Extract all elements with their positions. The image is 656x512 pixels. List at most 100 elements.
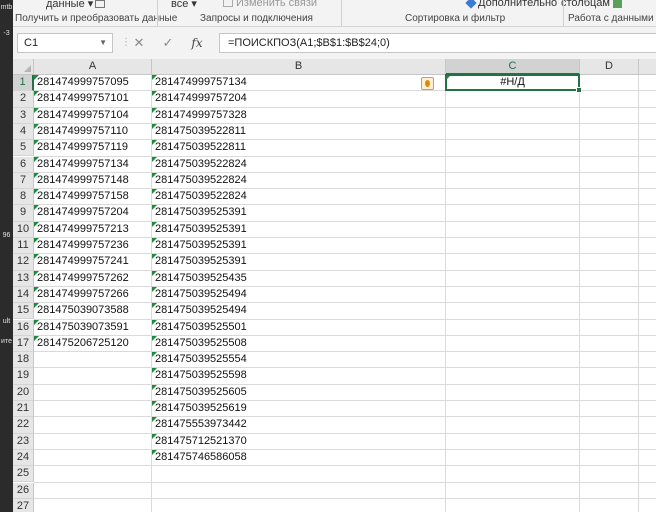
row-header[interactable]: 24 — [13, 449, 34, 467]
cell-b[interactable]: 281475039522824 — [152, 189, 445, 204]
cell-b[interactable]: 281474999757134 — [152, 75, 445, 90]
row-header[interactable]: 10 — [13, 221, 34, 238]
row-header[interactable]: 8 — [13, 189, 34, 206]
row-header[interactable]: 17 — [13, 335, 34, 353]
ribbon: данные ▾ все ▾ Изменить связи Дополнител… — [13, 0, 656, 27]
cell-a[interactable]: 281474999757236 — [34, 238, 151, 253]
cell-b[interactable]: 281475039525501 — [152, 319, 445, 335]
row-header[interactable]: 25 — [13, 466, 34, 483]
cell-b[interactable]: 281475039525554 — [152, 352, 445, 367]
row-header[interactable]: 1 — [13, 75, 34, 92]
cell-a[interactable]: 281474999757266 — [34, 286, 151, 302]
column-header-c[interactable]: C — [446, 59, 580, 75]
cell-a[interactable]: 281475039073588 — [34, 303, 151, 318]
group-label-get-transform: Получить и преобразовать данные — [15, 13, 178, 24]
chevron-down-icon[interactable]: ▼ — [99, 34, 107, 52]
cell-b[interactable]: 281475039522811 — [152, 123, 445, 139]
cell-b[interactable]: 281475039522811 — [152, 140, 445, 155]
cell-a[interactable]: 281474999757134 — [34, 156, 151, 172]
edit-links-label: Изменить связи — [236, 0, 318, 9]
fill-handle[interactable] — [576, 87, 582, 94]
cell-b[interactable]: 281475039525605 — [152, 384, 445, 400]
group-label-queries: Запросы и подключения — [200, 13, 313, 24]
row-header[interactable]: 12 — [13, 254, 34, 271]
cell-a[interactable]: 281474999757101 — [34, 91, 151, 106]
gridline — [34, 465, 656, 467]
cell-b[interactable]: 281475039525494 — [152, 303, 445, 318]
cell-b[interactable]: 281475039525598 — [152, 368, 445, 383]
refresh-all-button[interactable]: все ▾ — [171, 0, 197, 10]
group-divider — [341, 0, 342, 26]
row-header[interactable]: 5 — [13, 140, 34, 157]
row-header[interactable]: 23 — [13, 433, 34, 450]
column-header-b[interactable]: B — [152, 59, 446, 75]
cancel-button[interactable]: ✕ — [130, 33, 148, 53]
row-header[interactable]: 2 — [13, 91, 34, 108]
cell-b[interactable]: 281475039522824 — [152, 172, 445, 188]
formula-input[interactable]: =ПОИСКПОЗ(A1;$B$1:$B$24;0) — [219, 33, 656, 53]
cell-a[interactable]: 281474999757104 — [34, 107, 151, 123]
cell-a[interactable]: 281474999757095 — [34, 75, 151, 90]
cell-b[interactable]: 281475039525391 — [152, 205, 445, 220]
column-header-d[interactable]: D — [580, 59, 639, 75]
cell-b[interactable]: 281475553973442 — [152, 417, 445, 432]
cell-b[interactable]: 281474999757204 — [152, 91, 445, 106]
cell-b[interactable]: 281475039525494 — [152, 286, 445, 302]
formula-bar: C1 ▼ ⋮ ✕ ✓ fx =ПОИСКПОЗ(A1;$B$1:$B$24;0) — [13, 27, 656, 59]
column-header-a[interactable]: A — [34, 59, 152, 75]
row-header[interactable]: 22 — [13, 417, 34, 434]
name-box[interactable]: C1 ▼ — [17, 33, 113, 53]
select-all-button[interactable] — [13, 59, 34, 75]
cell-b[interactable]: 281475039525391 — [152, 254, 445, 269]
cell-a[interactable]: 281474999757119 — [34, 140, 151, 155]
row-header[interactable]: 26 — [13, 482, 34, 499]
left-window-strip: mtb -3 96 ult ите — [0, 0, 13, 512]
column-header-e[interactable] — [639, 59, 656, 75]
text-to-columns-button[interactable]: столбцам — [561, 0, 622, 9]
cell-b[interactable]: 281475039525619 — [152, 401, 445, 416]
error-warning-icon[interactable] — [421, 76, 434, 90]
cell-a[interactable]: 281474999757148 — [34, 172, 151, 188]
cell-a[interactable]: 281474999757110 — [34, 123, 151, 139]
row-header[interactable]: 16 — [13, 319, 34, 336]
row-header[interactable]: 6 — [13, 156, 34, 173]
row-header[interactable]: 27 — [13, 498, 34, 512]
edit-links-button[interactable]: Изменить связи — [221, 0, 317, 9]
cell-b[interactable]: 281475039525435 — [152, 270, 445, 286]
left-strip-text: 96 — [2, 232, 11, 239]
table-icon — [95, 0, 106, 9]
row-header[interactable]: 3 — [13, 107, 34, 124]
cell-b[interactable]: 281475746586058 — [152, 449, 445, 465]
row-header[interactable]: 7 — [13, 172, 34, 190]
insert-function-button[interactable]: fx — [188, 33, 206, 53]
cell-a[interactable]: 281474999757158 — [34, 189, 151, 204]
worksheet-grid[interactable]: A B C D 1 2 3 4 5 6 7 8 9 10 11 12 13 14 15 16 17 18 19 20 21 22 2… — [13, 59, 656, 512]
cell-a[interactable]: 281474999757241 — [34, 254, 151, 269]
enter-button[interactable]: ✓ — [159, 33, 177, 53]
cell-b[interactable]: 281475712521370 — [152, 433, 445, 449]
cell-b[interactable]: 281475039525391 — [152, 238, 445, 253]
active-cell-outline — [445, 74, 582, 94]
cell-b[interactable]: 281474999757328 — [152, 107, 445, 123]
row-header[interactable]: 20 — [13, 384, 34, 401]
cell-a[interactable]: 281474999757213 — [34, 221, 151, 237]
row-header[interactable]: 9 — [13, 205, 34, 222]
cell-b[interactable]: 281475039525391 — [152, 221, 445, 237]
cell-b[interactable]: 281475039522824 — [152, 156, 445, 172]
row-header[interactable]: 15 — [13, 303, 34, 320]
advanced-filter-button[interactable]: Дополнительно — [465, 0, 558, 9]
row-header[interactable]: 11 — [13, 238, 34, 255]
row-header[interactable]: 4 — [13, 123, 34, 141]
cell-a[interactable]: 281474999757204 — [34, 205, 151, 220]
row-header[interactable]: 19 — [13, 368, 34, 385]
get-data-button[interactable]: данные ▾ — [46, 0, 106, 10]
row-header[interactable]: 21 — [13, 401, 34, 418]
cell-a[interactable]: 281475039073591 — [34, 319, 151, 335]
advanced-filter-label: Дополнительно — [478, 0, 558, 9]
row-header[interactable]: 14 — [13, 286, 34, 304]
cell-a[interactable]: 281475206725120 — [34, 335, 151, 351]
row-header[interactable]: 18 — [13, 352, 34, 369]
row-header[interactable]: 13 — [13, 270, 34, 287]
cell-b[interactable]: 281475039525508 — [152, 335, 445, 351]
cell-a[interactable]: 281474999757262 — [34, 270, 151, 286]
